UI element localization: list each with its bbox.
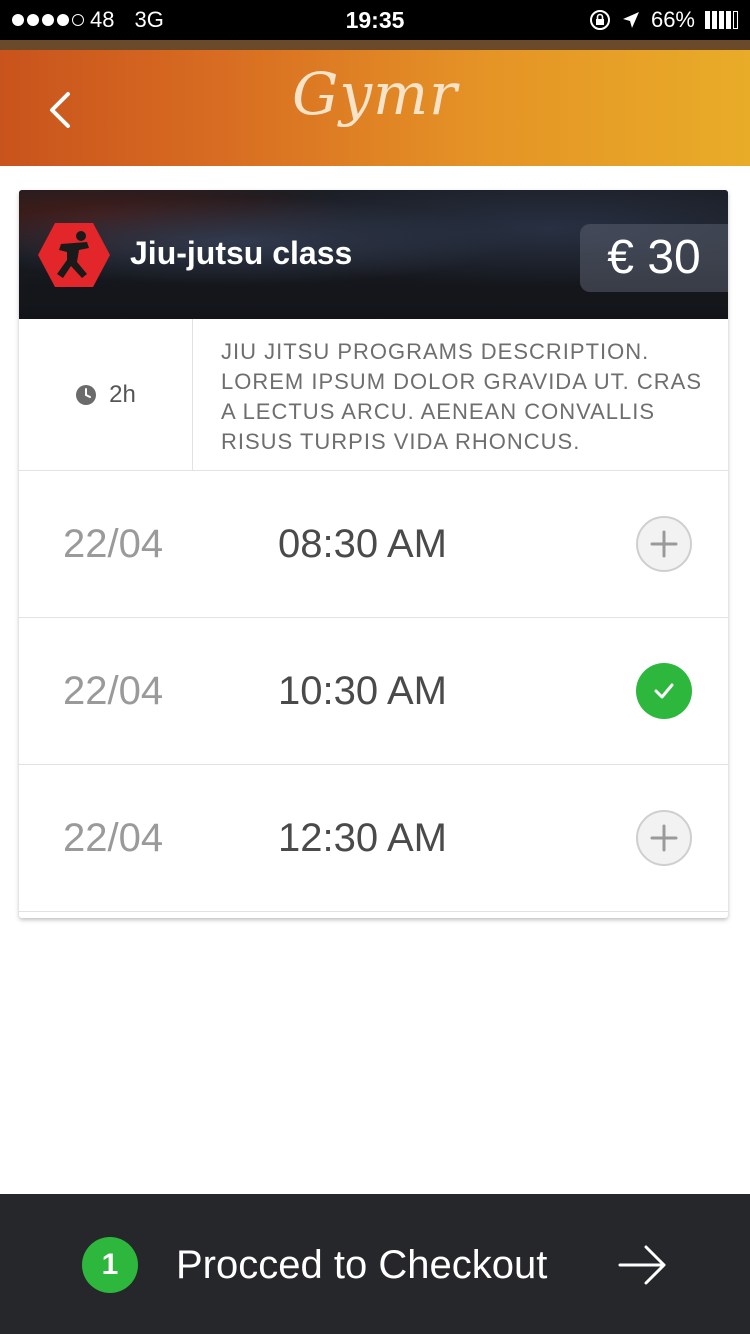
duration: 2h xyxy=(19,319,193,470)
cart-count-badge: 1 xyxy=(82,1237,138,1293)
status-icons: 66% xyxy=(589,0,738,40)
time-slot[interactable]: 22/04 10:30 AM xyxy=(19,618,728,765)
class-header: Jiu-jutsu class € 30 xyxy=(19,190,728,319)
slot-date: 22/04 xyxy=(63,522,164,566)
nav-bar: Gymr xyxy=(0,40,750,166)
class-description: Jiu jitsu programs description. Lorem ip… xyxy=(221,339,703,454)
battery-icon xyxy=(705,11,738,29)
plus-icon xyxy=(650,824,678,852)
class-card: Jiu-jutsu class € 30 2h Jiu jitsu progra… xyxy=(19,190,728,918)
checkout-label: Procced to Checkout xyxy=(176,1243,548,1287)
add-slot-button[interactable] xyxy=(636,516,692,572)
time-slot[interactable]: 22/04 08:30 AM xyxy=(19,471,728,618)
checkmark-icon xyxy=(654,683,674,699)
slot-time: 12:30 AM xyxy=(278,816,448,860)
clock-icon xyxy=(76,384,97,405)
add-slot-button[interactable] xyxy=(636,810,692,866)
time-slot[interactable]: 22/04 12:30 AM xyxy=(19,765,728,912)
location-arrow-icon xyxy=(622,12,639,28)
app-logo: Gymr xyxy=(292,60,458,128)
arrow-right-icon xyxy=(618,1245,666,1285)
martial-arts-icon xyxy=(38,223,110,287)
lock-rotation-icon xyxy=(589,10,610,30)
selected-slot-button[interactable] xyxy=(636,663,692,719)
class-title: Jiu-jutsu class xyxy=(130,235,353,271)
plus-icon xyxy=(650,530,678,558)
slot-time: 08:30 AM xyxy=(278,522,448,566)
slot-date: 22/04 xyxy=(63,816,164,860)
checkout-button[interactable]: 1 Procced to Checkout xyxy=(0,1194,750,1334)
duration-value: 2h xyxy=(109,380,136,408)
price-tag: € 30 xyxy=(580,224,728,292)
status-bar: 48 3G 19:35 66% xyxy=(0,0,750,40)
battery-percent: 66% xyxy=(650,7,695,32)
slot-date: 22/04 xyxy=(63,669,164,713)
slot-time: 10:30 AM xyxy=(278,669,448,713)
class-info: 2h Jiu jitsu programs description. Lorem… xyxy=(19,319,728,471)
